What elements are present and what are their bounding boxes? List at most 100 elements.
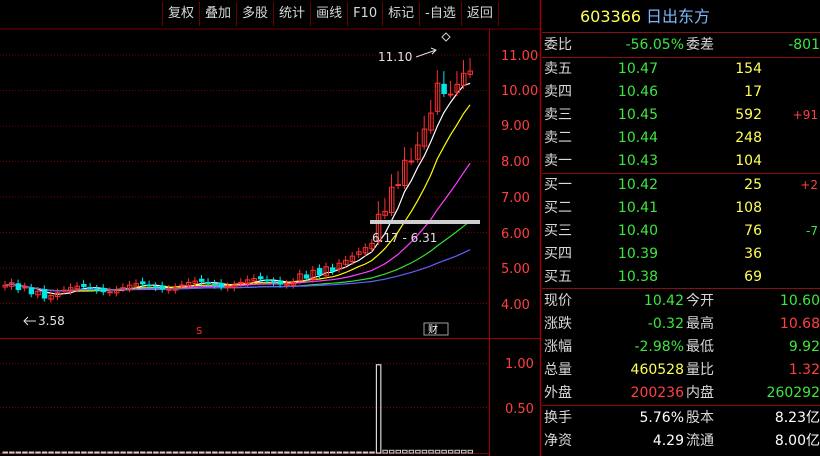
stat-value: -0.32 xyxy=(647,316,684,332)
candle-body xyxy=(41,289,48,299)
quote-stat-row[interactable]: 涨跌 -0.32 最高 10.68 xyxy=(542,313,820,335)
ask-level-label: 卖四 xyxy=(544,84,572,100)
bid-change: -7 xyxy=(806,224,818,238)
volume-bar xyxy=(330,451,336,454)
bid-price: 10.38 xyxy=(617,269,658,285)
quote-stat-row[interactable]: 外盘 200236 内盘 260292 xyxy=(542,382,820,404)
stat-label: 外盘 xyxy=(544,385,572,401)
candle-body xyxy=(81,283,87,287)
ask-level-row[interactable]: 卖五 10.47 154 xyxy=(542,58,820,80)
volume-tick-0-5: 0.50 xyxy=(505,402,534,417)
candlesticks[interactable] xyxy=(2,57,474,303)
bid-level-row[interactable]: 买一 10.42 25 +2 xyxy=(542,174,820,196)
volume-bar xyxy=(107,451,113,454)
volume-bar xyxy=(402,449,408,454)
ask-volume: 154 xyxy=(735,61,762,77)
stock-name: 日出东方 xyxy=(646,7,711,26)
bid-level-row[interactable]: 买二 10.41 108 xyxy=(542,197,820,219)
volume-bar xyxy=(185,451,192,454)
candle-body xyxy=(277,280,284,285)
candle-body xyxy=(179,284,185,287)
kline-chart[interactable]: 11.00 10.00 9.00 8.00 7.00 6.00 5.00 4.0… xyxy=(0,0,542,456)
volume-bar xyxy=(415,449,421,454)
moving-average-lines xyxy=(4,82,471,295)
stat-label: 涨幅 xyxy=(544,339,572,355)
volume-bar xyxy=(362,451,369,454)
ask-price: 10.46 xyxy=(617,84,658,100)
ask-level-row[interactable]: 卖二 10.44 248 xyxy=(542,127,820,149)
quote-stat-row[interactable]: 总量 460528 量比 1.32 xyxy=(542,359,820,381)
volume-bar xyxy=(238,451,244,454)
volume-bar xyxy=(113,451,120,454)
bid-volume: 36 xyxy=(744,246,762,262)
extra-label: 净资 xyxy=(544,433,572,449)
volume-bar xyxy=(15,451,22,454)
candle-body xyxy=(264,279,270,282)
ask-level-label: 卖一 xyxy=(544,153,572,169)
price-tick-10: 10.00 xyxy=(501,84,538,99)
ask-price: 10.43 xyxy=(617,153,658,169)
stat-label: 最高 xyxy=(686,316,714,332)
bid-level-row[interactable]: 买五 10.38 69 xyxy=(542,266,820,288)
ask-volume: 592 xyxy=(735,107,762,123)
high-arrow-icon xyxy=(415,47,437,58)
ask-level-row[interactable]: 卖四 10.46 17 xyxy=(542,81,820,103)
quote-extra-row[interactable]: 换手 5.76% 股本 8.23亿 xyxy=(542,407,820,429)
bid-price: 10.42 xyxy=(617,177,658,193)
bid-level-row[interactable]: 买三 10.40 76 -7 xyxy=(542,220,820,242)
ask-level-row[interactable]: 卖一 10.43 104 xyxy=(542,150,820,172)
volume-bar xyxy=(271,451,277,454)
bid-level-row[interactable]: 买四 10.39 36 xyxy=(542,243,820,265)
volume-bar xyxy=(284,451,290,454)
candle-body xyxy=(61,289,67,292)
volume-bar xyxy=(41,451,48,454)
ask-volume: 104 xyxy=(735,153,762,169)
quote-stat-row[interactable]: 涨幅 -2.98% 最低 9.92 xyxy=(542,336,820,358)
stat-label: 总量 xyxy=(544,362,572,378)
low-arrow-icon xyxy=(23,316,36,326)
candle-body xyxy=(94,288,100,291)
candle-body xyxy=(330,267,336,272)
stock-terminal-window: 复权 叠加 多股 统计 画线 F10 标记 -自选 返回 11.00 10.00… xyxy=(0,0,820,456)
volume-bar xyxy=(323,451,329,454)
stat-value: 10.60 xyxy=(779,293,820,309)
volume-bar xyxy=(434,449,441,454)
volume-bar xyxy=(35,451,41,454)
finance-marker-label: 财 xyxy=(428,323,438,336)
volume-bar xyxy=(140,451,146,454)
quote-extra-row[interactable]: 净资 4.29 流通 8.00亿 xyxy=(542,430,820,452)
volume-bar xyxy=(343,451,349,454)
stat-label: 现价 xyxy=(544,293,572,309)
event-marker-s[interactable]: S xyxy=(196,326,202,337)
volume-bar xyxy=(2,451,8,454)
volume-bar xyxy=(290,451,297,454)
bid-volume: 25 xyxy=(744,177,762,193)
quote-stat-row[interactable]: 现价 10.42 今开 10.60 xyxy=(542,290,820,312)
order-ratio-row: 委比 -56.05% 委差 -801 xyxy=(542,34,820,56)
bid-level-label: 买二 xyxy=(544,200,572,216)
candle-body xyxy=(140,281,146,285)
ask-volume: 248 xyxy=(735,130,762,146)
ask-level-row[interactable]: 卖三 10.45 592 +91 xyxy=(542,104,820,126)
volume-bar xyxy=(22,451,28,454)
header-separator xyxy=(542,32,820,33)
candle-body xyxy=(153,286,159,289)
volume-bar xyxy=(225,451,231,454)
ask-level-label: 卖三 xyxy=(544,107,572,123)
bid-volume: 69 xyxy=(744,269,762,285)
volume-bar xyxy=(172,451,179,454)
candle-body xyxy=(271,281,277,284)
candle-body xyxy=(257,276,264,280)
volume-bar xyxy=(395,449,401,454)
volume-bar xyxy=(61,451,67,454)
extra-value: 4.29 xyxy=(652,433,684,449)
volume-bar xyxy=(277,451,284,454)
volume-bar xyxy=(212,451,218,454)
candle-body xyxy=(120,287,126,290)
volume-bar xyxy=(81,451,87,454)
volume-bar xyxy=(120,451,126,454)
candle-body xyxy=(447,93,454,96)
candle-body xyxy=(100,287,107,293)
volume-bar xyxy=(441,449,447,454)
volume-bar xyxy=(205,451,212,454)
